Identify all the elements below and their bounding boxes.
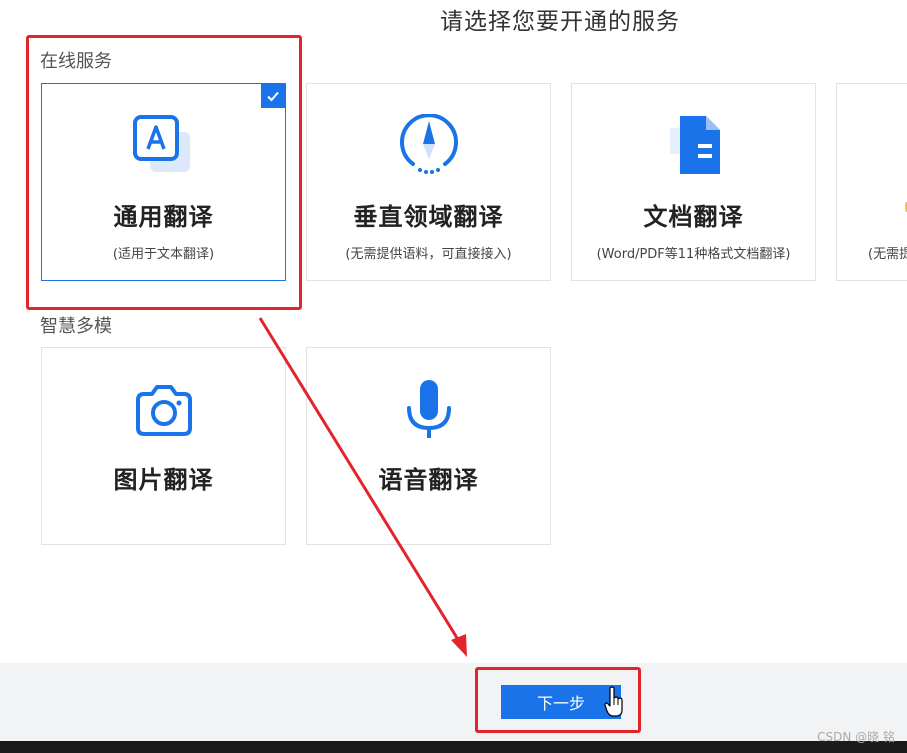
service-card-voice-translation[interactable]: 语音翻译 [306,347,551,545]
compass-icon [307,114,550,176]
card-title: 文档翻译 [643,203,744,231]
camera-icon [42,378,285,440]
watermark: CSDN @晓 铭 [817,730,895,744]
service-card-document-translation[interactable]: 文档翻译 (Word/PDF等11种格式文档翻译) [571,83,816,281]
page-title: 请选择您要开通的服务 [440,9,680,35]
card-subtitle: (无需提供语料，可直接接入) [345,247,512,262]
service-card-partial[interactable]: (无需提 [836,83,907,281]
card-title: 语音翻译 [378,466,479,494]
annotation-box-next-button [475,667,641,733]
card-subtitle: (Word/PDF等11种格式文档翻译) [596,247,791,262]
card-title: 图片翻译 [113,466,214,494]
microphone-icon [307,378,550,440]
card-subtitle: (无需提 [868,247,907,262]
section-label-smart: 智慧多模 [40,316,112,337]
annotation-box-general-card [26,35,302,310]
service-card-vertical-translation[interactable]: 垂直领域翻译 (无需提供语料，可直接接入) [306,83,551,281]
bottom-strip [0,741,907,753]
document-icon [572,114,815,176]
footer-bar [0,663,907,741]
service-card-image-translation[interactable]: 图片翻译 [41,347,286,545]
card-title: 垂直领域翻译 [353,203,504,231]
